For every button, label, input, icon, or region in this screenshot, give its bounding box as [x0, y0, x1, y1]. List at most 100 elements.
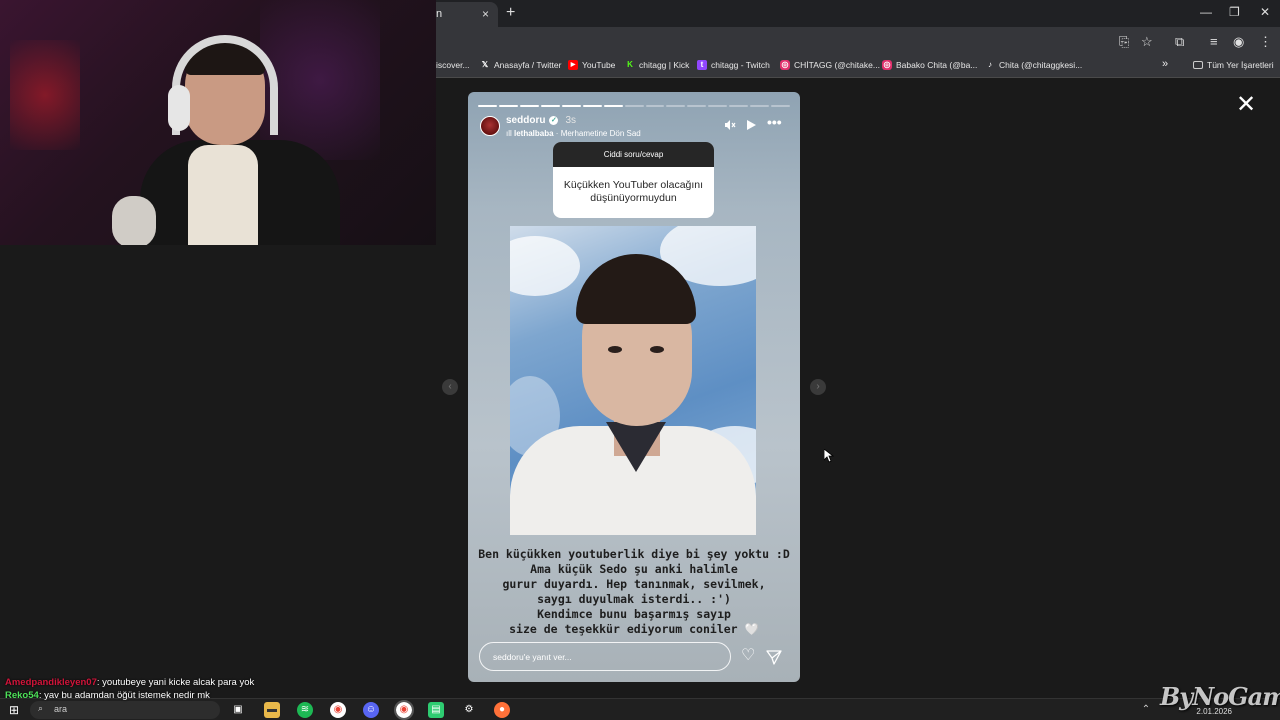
- install-app-icon[interactable]: ⎘: [1119, 34, 1129, 50]
- spotify-icon[interactable]: ≋: [297, 702, 313, 718]
- bookmark-label: YouTube: [582, 60, 616, 70]
- progress-segment: [561, 105, 581, 107]
- kick-icon: K: [627, 60, 633, 69]
- mouse-cursor-icon: [824, 449, 834, 463]
- story-username[interactable]: seddoru: [506, 115, 545, 126]
- instagram-icon: ◎: [882, 60, 892, 70]
- story-progress-bar: [478, 105, 791, 107]
- progress-segment: [729, 105, 749, 107]
- next-story-icon[interactable]: ›: [810, 379, 826, 395]
- file-explorer-icon[interactable]: ▬: [264, 702, 280, 718]
- progress-segment: [603, 105, 623, 107]
- caption-line: size de teşekkür ediyorum coniler 🤍: [509, 622, 759, 636]
- bookmark-kick[interactable]: K chitagg | Kick: [625, 60, 689, 70]
- bookmark-instagram-2[interactable]: ◎ Babako Chita (@ba...: [882, 60, 977, 70]
- browser-tab-bar: n × + — ❐ ✕: [436, 0, 1280, 27]
- progress-segment: [540, 105, 560, 107]
- progress-segment: [771, 105, 791, 107]
- bookmark-discover[interactable]: iscover...: [436, 60, 470, 70]
- story-caption: Ben küçükken youtuberlik diye bi şey yok…: [478, 547, 790, 637]
- caption-line: saygı duyulmak isterdi.. :'): [537, 592, 731, 606]
- youtube-icon: ▶: [568, 60, 578, 70]
- bookmark-tiktok[interactable]: ♪ Chita (@chitaggkesi...: [985, 60, 1082, 70]
- instagram-icon: ◎: [780, 60, 790, 70]
- tray-chevron-icon[interactable]: ⌃: [1138, 702, 1154, 718]
- mute-icon[interactable]: [724, 119, 736, 134]
- question-sticker[interactable]: Ciddi soru/cevap Küçükken YouTuber olaca…: [553, 142, 714, 218]
- all-bookmarks-folder[interactable]: Tüm Yer İşaretleri: [1193, 60, 1274, 70]
- play-icon[interactable]: [746, 119, 757, 134]
- restore-icon[interactable]: ❐: [1229, 5, 1240, 19]
- caption-line: Kendimce bunu başarmış sayıp: [537, 607, 731, 621]
- settings-gear-icon[interactable]: ⚙: [461, 702, 477, 718]
- task-view-icon[interactable]: ▣: [230, 702, 246, 718]
- discord-icon[interactable]: ☺: [363, 702, 379, 718]
- windows-start-icon[interactable]: ⊞: [6, 702, 22, 718]
- progress-segment: [708, 105, 728, 107]
- screen: n × + — ❐ ✕ ⎘ ☆ ⧉ ≡ ◉ ⋮ iscover... 𝕏 Ana…: [0, 0, 1280, 720]
- search-icon: ⌕: [38, 703, 44, 713]
- minimize-icon[interactable]: —: [1200, 5, 1212, 19]
- tab-close-icon[interactable]: ×: [482, 7, 489, 21]
- story-card[interactable]: seddoru ✓ 3s ıll lethalbaba · Merhametin…: [468, 92, 800, 682]
- browser-tab[interactable]: n ×: [436, 2, 498, 27]
- bookmark-label: iscover...: [436, 60, 470, 70]
- menu-kebab-icon[interactable]: ⋮: [1259, 34, 1272, 50]
- extensions-icon[interactable]: ⧉: [1175, 34, 1184, 50]
- twitch-icon: t: [697, 60, 707, 70]
- story-music[interactable]: ıll lethalbaba · Merhametine Dön Sad: [506, 129, 641, 138]
- previous-story-icon[interactable]: ‹: [442, 379, 458, 395]
- reply-input[interactable]: seddoru'e yanıt ver...: [479, 642, 731, 671]
- chrome-active-icon[interactable]: ◉: [394, 700, 414, 720]
- profile-icon[interactable]: ◉: [1233, 34, 1244, 50]
- webcam-overlay: [0, 0, 436, 245]
- bookmark-twitter[interactable]: 𝕏 Anasayfa / Twitter: [480, 60, 562, 70]
- more-options-icon[interactable]: •••: [767, 114, 782, 130]
- chat-overlay: Amedpandikleyen07: youtubeye yani kicke …: [5, 676, 254, 702]
- music-artist: lethalbaba: [514, 129, 554, 138]
- caption-line: Ama küçük Sedo şu anki halimle: [530, 562, 738, 576]
- heart-icon[interactable]: ♡: [741, 648, 755, 664]
- bookmark-label: chitagg | Kick: [639, 60, 690, 70]
- bookmark-twitch[interactable]: t chitagg - Twitch: [697, 60, 770, 70]
- bookmark-label: Anasayfa / Twitter: [494, 60, 562, 70]
- story-close-icon[interactable]: ✕: [1236, 93, 1256, 117]
- chat-text: youtubeye yani kicke alcak para yok: [102, 677, 255, 688]
- window-close-icon[interactable]: ✕: [1260, 5, 1270, 19]
- all-bookmarks-label: Tüm Yer İşaretleri: [1207, 60, 1274, 70]
- chat-message: Amedpandikleyen07: youtubeye yani kicke …: [5, 677, 255, 688]
- progress-segment: [624, 105, 644, 107]
- chrome-icon[interactable]: ◉: [330, 702, 346, 718]
- search-text: ara: [54, 704, 68, 714]
- bookmark-youtube[interactable]: ▶ YouTube: [568, 60, 615, 70]
- caption-line: gurur duyardı. Hep tanınmak, sevilmek,: [502, 577, 766, 591]
- verified-badge-icon: ✓: [549, 116, 559, 125]
- chat-message: Reko54: yav bu adamdan öğüt istemek nedi…: [5, 690, 210, 701]
- browser-toolbar: ⎘ ☆ ⧉ ≡ ◉ ⋮: [436, 27, 1280, 56]
- caption-line: Ben küçükken youtuberlik diye bi şey yok…: [478, 547, 790, 561]
- question-header: Ciddi soru/cevap: [553, 142, 714, 167]
- bookmark-instagram-1[interactable]: ◎ CHİTAGG (@chitake...: [780, 60, 880, 70]
- progress-segment: [519, 105, 539, 107]
- taskbar-search[interactable]: ⌕ ara: [30, 701, 220, 719]
- progress-segment: [750, 105, 770, 107]
- progress-segment: [582, 105, 602, 107]
- bookmark-label: CHİTAGG (@chitake...: [794, 60, 880, 70]
- x-twitter-icon: 𝕏: [481, 60, 489, 69]
- media-control-icon[interactable]: ≡: [1210, 34, 1218, 49]
- send-icon[interactable]: [766, 649, 782, 665]
- chat-username: Reko54: [5, 690, 39, 701]
- tiktok-icon: ♪: [988, 60, 992, 69]
- bookmarks-overflow-icon[interactable]: »: [1162, 58, 1168, 70]
- chat-username: Amedpandikleyen07: [5, 677, 97, 688]
- progress-segment: [498, 105, 518, 107]
- avatar[interactable]: [480, 116, 500, 136]
- progress-segment: [645, 105, 665, 107]
- new-tab-icon[interactable]: +: [506, 4, 515, 22]
- app-icon[interactable]: ▤: [428, 702, 444, 718]
- firefox-icon[interactable]: ●: [494, 702, 510, 718]
- chat-text: yav bu adamdan öğüt istemek nedir mk: [44, 690, 210, 701]
- folder-icon: [1193, 61, 1203, 69]
- bookmark-star-icon[interactable]: ☆: [1141, 34, 1153, 50]
- tab-title: n: [436, 8, 443, 20]
